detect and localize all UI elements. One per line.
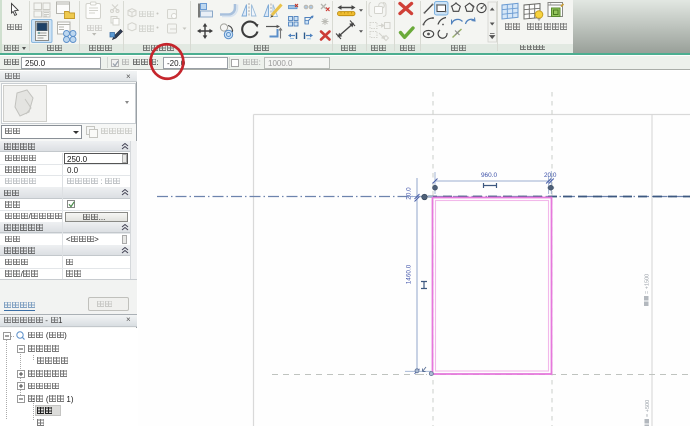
svg-text:20.0: 20.0: [406, 187, 413, 200]
svg-text:= +1500: = +1500: [645, 274, 651, 294]
svg-text:= +500: = +500: [645, 400, 651, 417]
svg-text:960.0: 960.0: [481, 172, 497, 179]
svg-text:20.0: 20.0: [544, 172, 557, 179]
svg-text:1460.0: 1460.0: [406, 264, 413, 284]
